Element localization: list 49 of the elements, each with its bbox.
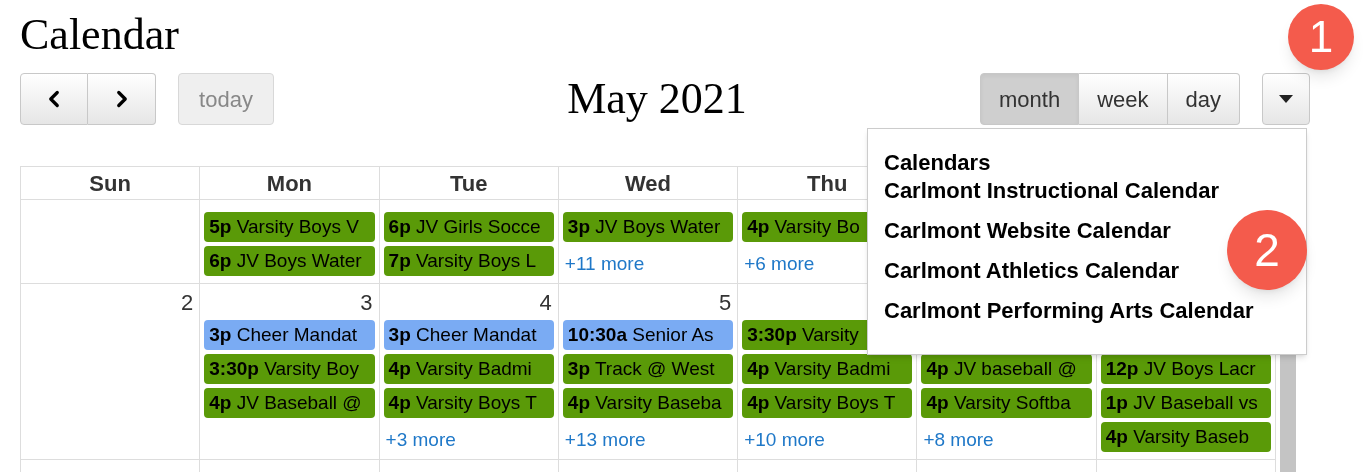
more-link[interactable]: +11 more [564,253,645,274]
calendar-option[interactable]: Carlmont Athletics Calendar [884,257,1180,285]
view-tab[interactable]: day [1167,73,1240,125]
calendar-option[interactable]: Carlmont Instructional Calendar [884,177,1219,205]
day-number: 3 [360,288,373,317]
calendar-event[interactable]: 3p JV Boys Water [562,212,734,242]
calendar-event[interactable]: 5p Varsity Boys V [204,212,375,242]
more-link[interactable]: +6 more [744,253,815,274]
calendar-event[interactable]: 3p Cheer Mandat [383,320,554,350]
calendar-event[interactable]: 12p JV Boys Lacr [1100,354,1271,384]
calendar-event[interactable]: 4p JV baseball @ [921,354,1092,384]
more-link[interactable]: +10 more [744,429,825,450]
view-tab[interactable]: month [980,73,1080,125]
calendar-event[interactable]: 4p Varsity Badmi [383,354,554,384]
month-title: May 2021 [567,73,747,125]
calendar-event[interactable]: 4p Varsity Baseba [562,388,734,418]
more-link[interactable]: +8 more [923,429,994,450]
calendar-event[interactable]: 3p Track @ West [562,354,734,384]
calendar-event[interactable]: 3:30p Varsity Boy [204,354,375,384]
calendar-event[interactable]: 7p Varsity Boys L [383,246,554,276]
calendar-event[interactable]: 6p JV Girls Socce [383,212,554,242]
page-title: Calendar [20,9,179,60]
calendar-event[interactable]: 6p JV Boys Water [204,246,375,276]
dropdown-heading: Calendars [884,149,991,177]
more-link[interactable]: +13 more [564,429,646,450]
dropdown-button[interactable] [1262,73,1310,125]
weekday-header: Mon [266,170,312,198]
weekday-header: Sun [89,170,131,198]
view-tab[interactable]: week [1079,73,1168,125]
weekday-header: Thu [807,170,848,198]
more-link[interactable]: +3 more [385,429,456,450]
weekday-header: Wed [624,170,671,198]
day-number: 2 [181,288,194,317]
calendar-event[interactable]: 4p Varsity Softba [921,388,1092,418]
day-number: 5 [718,288,732,317]
calendar-event[interactable]: 3p Cheer Mandat [204,320,375,350]
calendar-event[interactable]: 4p Varsity Badmi [742,354,913,384]
weekday-header: Tue [449,170,488,198]
calendar-event[interactable]: 4p JV Baseball @ [204,388,375,418]
calendar-event[interactable]: 1p JV Baseball vs [1100,388,1271,418]
calendar-event[interactable]: 10:30a Senior As [562,320,734,350]
day-number: 4 [539,288,552,317]
calendar-event[interactable]: 4p Varsity Boys T [383,388,554,418]
next-button[interactable] [88,73,156,125]
previous-button[interactable] [20,73,88,125]
caret-down-icon [1279,95,1293,103]
calendar-event[interactable]: 4p Varsity Baseb [1100,422,1271,452]
callout-badge: 1 [1288,4,1354,70]
calendar-event[interactable]: 4p Varsity Boys T [742,388,913,418]
